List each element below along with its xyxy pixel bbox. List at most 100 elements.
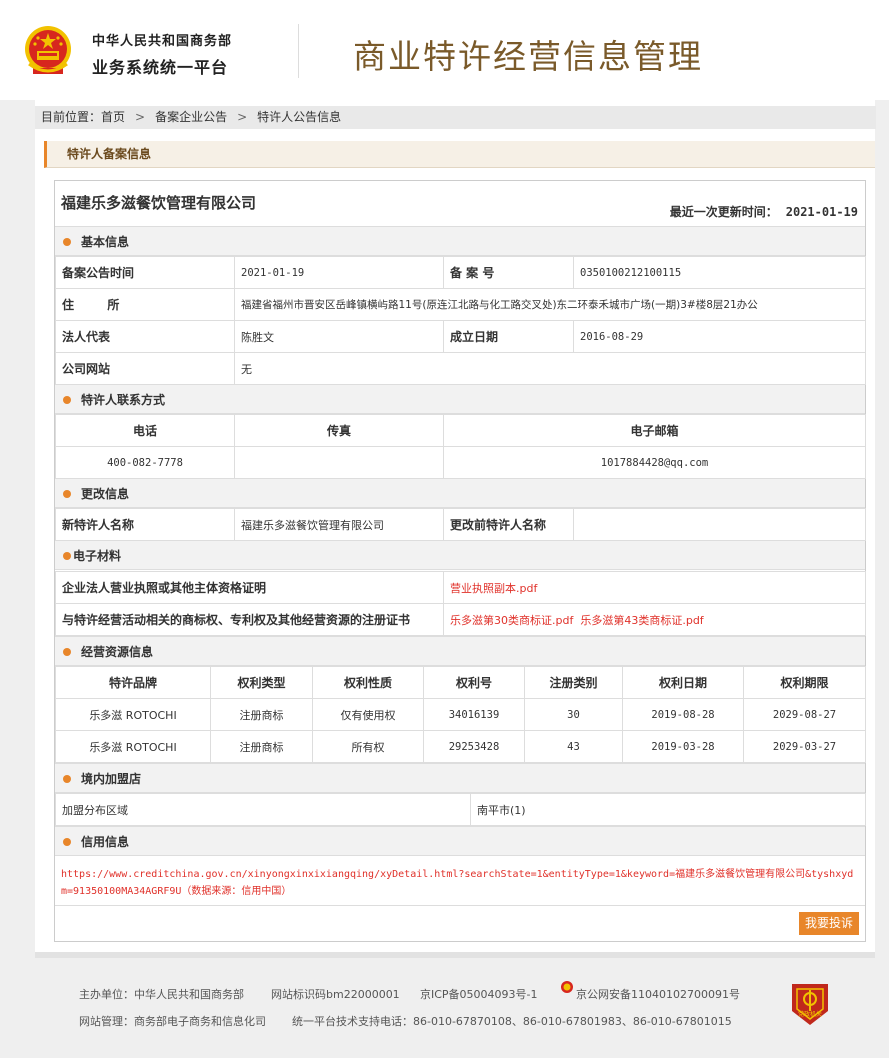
credit-source-note: （数据来源：信用中国） [181, 886, 292, 897]
site-header: 中华人民共和国商务部 业务系统统一平台 商业特许经营信息管理 [0, 0, 889, 100]
police-badge-icon [561, 981, 573, 993]
breadcrumb: 目前位置：首页 > 备案企业公告 > 特许人公告信息 [35, 106, 876, 129]
footer-icp-link[interactable]: 京ICP备05004093号-1 [420, 986, 538, 1002]
group-materials: 电子材料 [55, 540, 865, 570]
cell-right-type: 注册商标 [210, 730, 313, 763]
group-franchise-stores: 境内加盟店 [55, 763, 865, 793]
filing-no-label: 备 案 号 [443, 256, 574, 289]
fax-header: 传真 [234, 414, 444, 447]
old-name-value [573, 508, 866, 541]
page-title: 商业特许经营信息管理 [353, 37, 703, 76]
credit-info: https://www.creditchina.gov.cn/xinyongxi… [55, 860, 865, 906]
resources-table: 特许品牌 权利类型 权利性质 权利号 注册类别 权利日期 权利期限 乐多滋 RO… [55, 666, 866, 763]
group-credit: 信用信息 [55, 826, 865, 856]
est-date-value: 2016-08-29 [573, 320, 866, 353]
group-title: 基本信息 [81, 235, 130, 249]
company-name: 福建乐多滋餐饮管理有限公司 [61, 194, 257, 212]
gov-agency-badge-icon[interactable]: 党政机关 [789, 981, 831, 1027]
license-label: 企业法人营业执照或其他主体资格证明 [55, 571, 444, 604]
trademark-43-file-link[interactable]: 乐多滋第43类商标证.pdf [580, 614, 703, 627]
group-contact: 特许人联系方式 [55, 384, 865, 414]
cell-right-date: 2019-08-28 [622, 698, 744, 731]
cell-class: 43 [524, 730, 623, 763]
est-date-label: 成立日期 [443, 320, 574, 353]
site-footer [35, 952, 875, 1058]
license-file-link[interactable]: 营业执照副本.pdf [443, 571, 866, 604]
footer-site-id: 网站标识码bm22000001 [271, 988, 400, 1001]
org-name-line2: 业务系统统一平台 [92, 58, 229, 77]
materials-table: 企业法人营业执照或其他主体资格证明 营业执照副本.pdf 与特许经营活动相关的商… [55, 571, 866, 636]
cell-brand: 乐多滋 ROTOCHI [55, 730, 211, 763]
footer-support: 统一平台技术支持电话：86-010-67870108、86-010-678019… [292, 1015, 732, 1028]
legal-rep-label: 法人代表 [55, 320, 235, 353]
bullet-icon [63, 396, 71, 404]
group-title: 电子材料 [73, 549, 122, 563]
table-row: 乐多滋 ROTOCHI 注册商标 所有权 29253428 43 2019-03… [55, 730, 866, 763]
change-table: 新特许人名称 福建乐多滋餐饮管理有限公司 更改前特许人名称 [55, 508, 866, 541]
group-title: 经营资源信息 [81, 645, 154, 659]
cell-right-expiry: 2029-03-27 [743, 730, 866, 763]
new-name-label: 新特许人名称 [55, 508, 235, 541]
cell-class: 30 [524, 698, 623, 731]
address-value: 福建省福州市晋安区岳峰镇横屿路11号(原连江北路与化工路交叉处)东二环泰禾城市广… [234, 288, 866, 321]
bullet-icon [63, 775, 71, 783]
trademark-30-file-link[interactable]: 乐多滋第30类商标证.pdf [450, 614, 573, 627]
new-name-value: 福建乐多滋餐饮管理有限公司 [234, 508, 444, 541]
phone-header: 电话 [55, 414, 235, 447]
legal-rep-value: 陈胜文 [234, 320, 444, 353]
cell-right-nature: 所有权 [312, 730, 424, 763]
fax-value [234, 446, 444, 479]
cell-right-type: 注册商标 [210, 698, 313, 731]
org-name-line1: 中华人民共和国商务部 [92, 34, 233, 49]
col-right-date: 权利日期 [622, 666, 744, 699]
phone-value: 400-082-7778 [55, 446, 235, 479]
website-value: 无 [234, 352, 866, 385]
cell-right-date: 2019-03-28 [622, 730, 744, 763]
cell-right-expiry: 2029-08-27 [743, 698, 866, 731]
col-right-nature: 权利性质 [312, 666, 424, 699]
cell-right-no: 34016139 [423, 698, 525, 731]
section-tab: 特许人备案信息 [44, 141, 875, 168]
last-updated-value: 2021-01-19 [785, 205, 858, 219]
last-updated: 最近一次更新时间： 2021-01-19 [670, 203, 858, 220]
franchise-area-value: 南平市(1) [470, 793, 866, 826]
breadcrumb-separator-icon: > [237, 110, 248, 124]
group-title: 特许人联系方式 [81, 393, 166, 407]
breadcrumb-current: 特许人公告信息 [257, 110, 342, 124]
credit-china-link[interactable]: https://www.creditchina.gov.cn/xinyongxi… [61, 869, 853, 897]
website-label: 公司网站 [55, 352, 235, 385]
footer-sponsor: 主办单位：中华人民共和国商务部 [79, 988, 244, 1001]
contact-table: 电话 传真 电子邮箱 400-082-7778 1017884428@qq.co… [55, 414, 866, 479]
col-right-no: 权利号 [423, 666, 525, 699]
footer-police-link[interactable]: 京公网安备11040102700091号 [576, 986, 740, 1002]
franchise-area-label: 加盟分布区域 [55, 793, 471, 826]
group-change: 更改信息 [55, 478, 865, 508]
filing-date-value: 2021-01-19 [234, 256, 444, 289]
filing-date-label: 备案公告时间 [55, 256, 235, 289]
breadcrumb-home[interactable]: 首页 [101, 110, 125, 124]
breadcrumb-prefix: 目前位置： [41, 110, 102, 124]
filing-no-value: 0350100212100115 [573, 256, 866, 289]
group-title: 更改信息 [81, 487, 130, 501]
gov-badge-text: 党政机关 [798, 1010, 822, 1018]
group-title: 境内加盟店 [81, 772, 142, 786]
old-name-label: 更改前特许人名称 [443, 508, 574, 541]
header-divider [298, 24, 299, 78]
cell-right-no: 29253428 [423, 730, 525, 763]
complain-button[interactable]: 我要投诉 [799, 912, 859, 935]
footer-admin: 网站管理：商务部电子商务和信息化司 [79, 1015, 266, 1028]
col-brand: 特许品牌 [55, 666, 211, 699]
ip-certificate-label: 与特许经营活动相关的商标权、专利权及其他经营资源的注册证书 [55, 603, 444, 636]
cell-right-nature: 仅有使用权 [312, 698, 424, 731]
bullet-icon [63, 838, 71, 846]
col-right-type: 权利类型 [210, 666, 313, 699]
bullet-icon [63, 552, 71, 560]
col-class: 注册类别 [524, 666, 623, 699]
bullet-icon [63, 490, 71, 498]
group-resources: 经营资源信息 [55, 636, 865, 666]
breadcrumb-filing-notices[interactable]: 备案企业公告 [155, 110, 227, 124]
last-updated-label: 最近一次更新时间： [669, 205, 778, 219]
cell-brand: 乐多滋 ROTOCHI [55, 698, 211, 731]
group-basic-info: 基本信息 [55, 226, 865, 256]
franchise-table: 加盟分布区域 南平市(1) [55, 793, 866, 826]
